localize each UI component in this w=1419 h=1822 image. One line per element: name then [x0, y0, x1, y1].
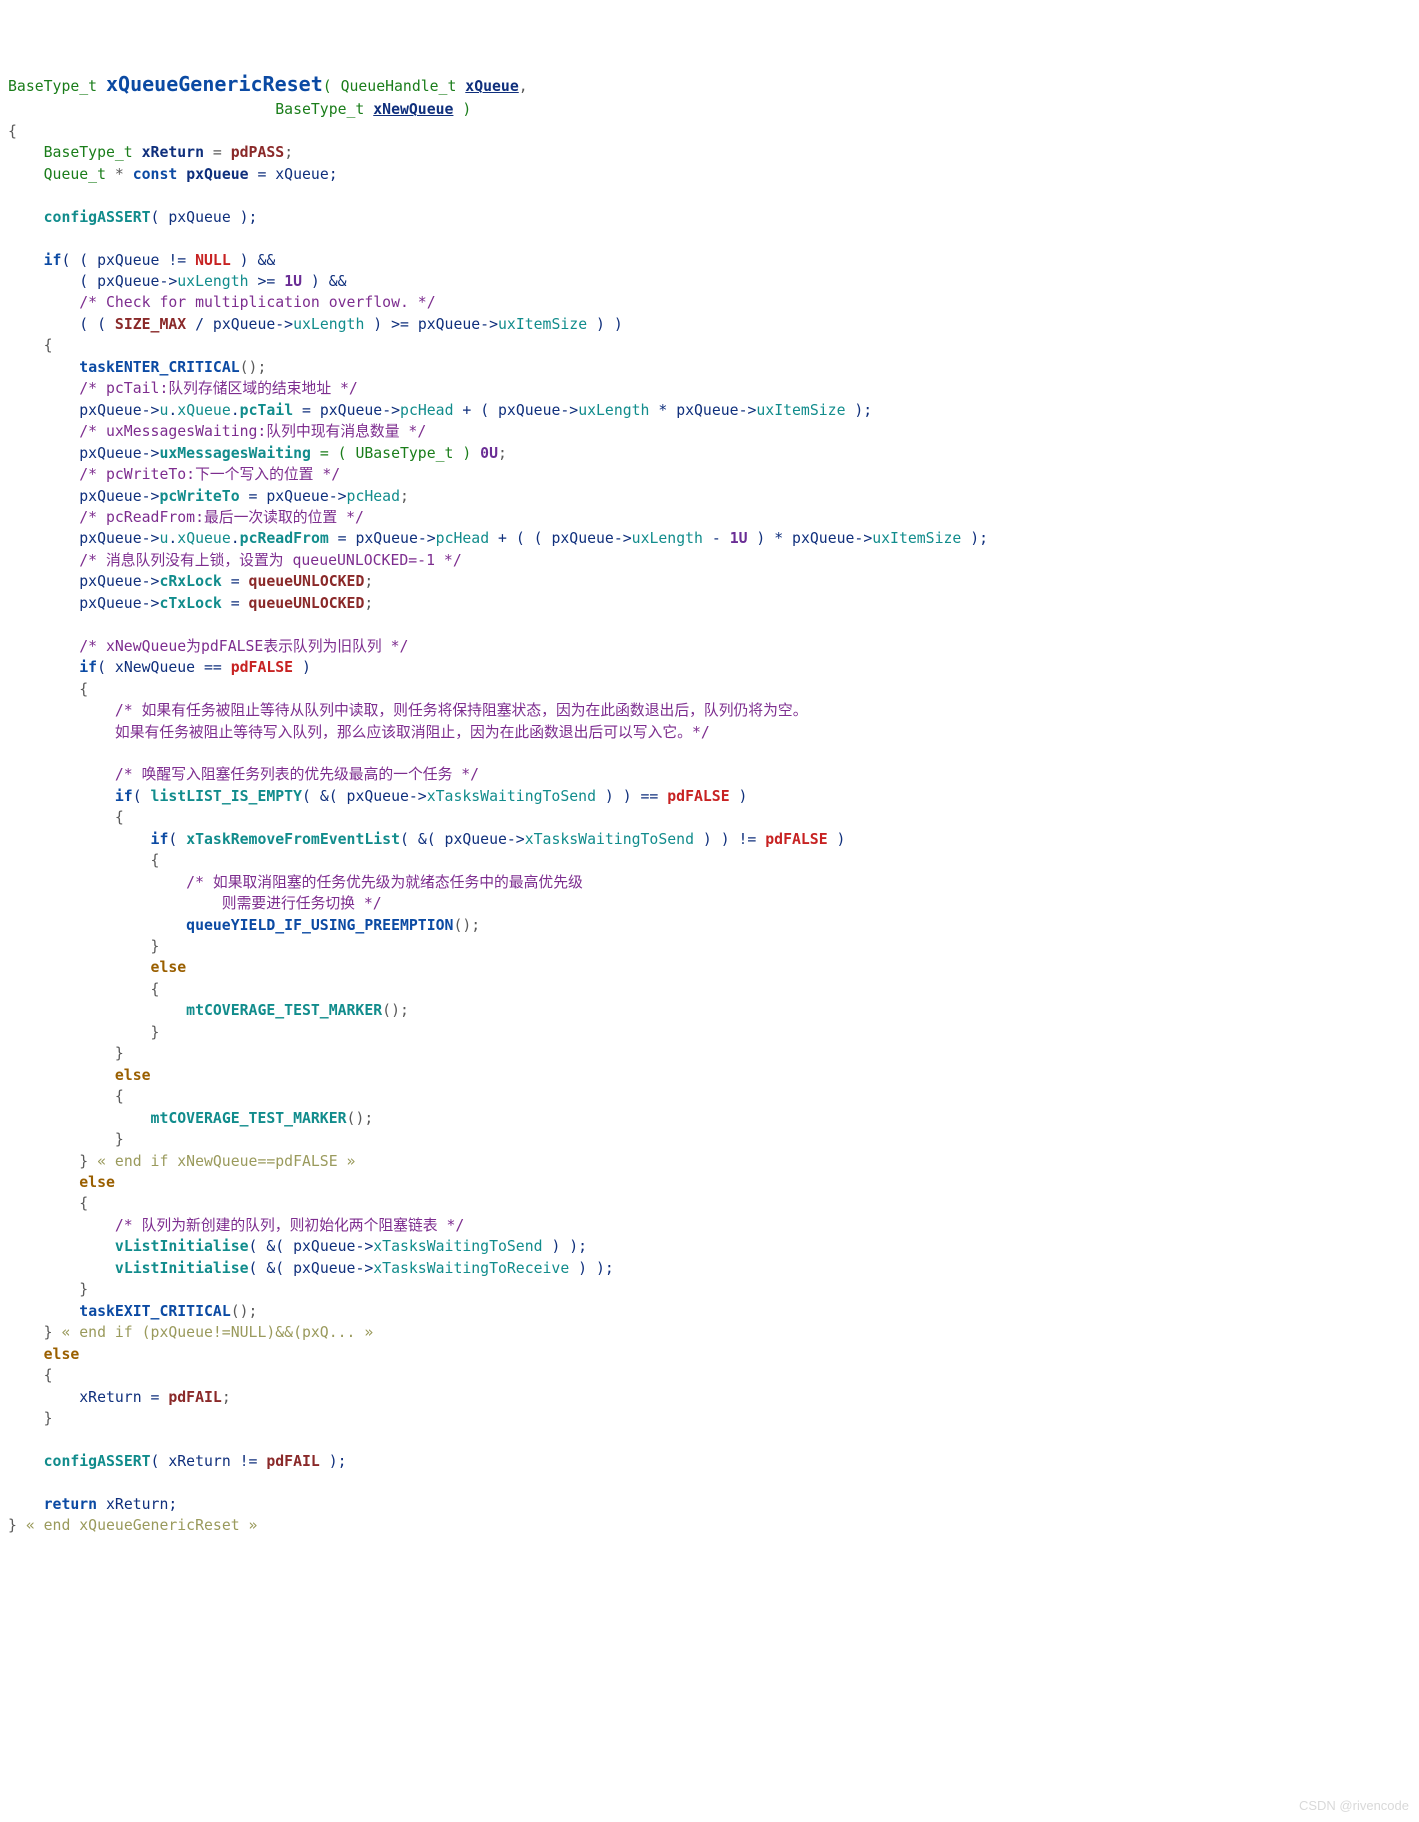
watermark: CSDN @rivencode: [1299, 1797, 1409, 1816]
code-block: BaseType_t xQueueGenericReset( QueueHand…: [8, 78, 988, 1534]
